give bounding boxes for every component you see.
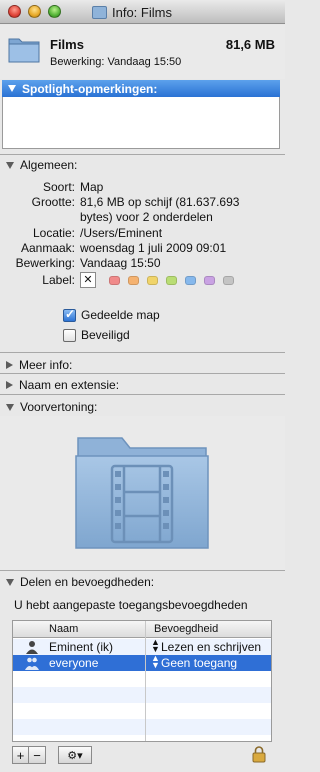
label-color-swatch[interactable]: [204, 276, 215, 285]
label-color-swatch[interactable]: [128, 276, 139, 285]
divider: [0, 154, 285, 155]
general-row-created: Aanmaak: woensdag 1 juli 2009 09:01: [0, 241, 285, 256]
shared-folder-checkbox[interactable]: [63, 307, 76, 322]
general-section-header[interactable]: Algemeen:: [6, 158, 77, 172]
table-row[interactable]: everyone ▲ ▼ Geen toegang: [13, 654, 271, 671]
label-color-swatch[interactable]: [166, 276, 177, 285]
column-header-privilege[interactable]: Bevoegdheid: [154, 623, 218, 635]
empty-row: [13, 687, 271, 703]
row-value: woensdag 1 juli 2009 09:01: [80, 241, 227, 255]
minimize-button[interactable]: [28, 5, 41, 18]
general-row-size: Grootte: 81,6 MB op schijf (81.637.693: [0, 195, 285, 210]
row-label: Locatie:: [32, 226, 75, 240]
table-row[interactable]: Eminent (ik) ▲ ▼ Lezen en schrijven: [13, 638, 271, 655]
folder-icon: [8, 38, 40, 63]
row-label: Aanmaak:: [20, 241, 75, 255]
permissions-table: Naam Bevoegdheid Eminent (ik) ▲ ▼ Lezen e…: [12, 620, 272, 742]
privilege-select[interactable]: Geen toegang: [161, 656, 237, 670]
table-header: Naam Bevoegdheid: [13, 621, 271, 638]
shared-folder-label: Gedeelde map: [81, 308, 160, 322]
title-bar: Info: Films: [0, 0, 285, 24]
permissions-section-header[interactable]: Delen en bevoegdheden:: [6, 575, 154, 589]
permissions-heading: Delen en bevoegdheden:: [20, 575, 155, 589]
label-color-swatch[interactable]: [147, 276, 158, 285]
row-label: Grootte:: [31, 195, 75, 209]
shared-folder-row[interactable]: Gedeelde map: [63, 307, 160, 322]
divider: [0, 352, 285, 353]
permissions-toolbar: + − ⚙▾: [12, 746, 92, 764]
locked-row[interactable]: Beveiligd: [63, 328, 130, 342]
permissions-intro: U hebt aangepaste toegangsbevoegdheden: [14, 598, 248, 612]
column-header-name[interactable]: Naam: [49, 623, 78, 635]
item-size: 81,6 MB: [225, 37, 275, 52]
row-value: /Users/Eminent: [80, 226, 163, 240]
disclosure-triangle-icon: [6, 161, 14, 169]
row-label: Bewerking:: [15, 256, 75, 270]
user-name: everyone: [49, 656, 99, 670]
divider: [0, 570, 285, 571]
row-value: Map: [80, 180, 104, 194]
updown-arrows-icon[interactable]: ▲ ▼: [151, 638, 160, 654]
disclosure-triangle-icon: [6, 403, 14, 411]
folder-icon: [92, 5, 107, 19]
gear-icon: ⚙▾: [67, 749, 83, 762]
column-separator: [145, 621, 146, 741]
action-menu-button[interactable]: ⚙▾: [58, 746, 92, 764]
spotlight-section-header[interactable]: Spotlight-opmerkingen:: [2, 80, 280, 97]
label-color-swatch[interactable]: [223, 276, 234, 285]
general-row-kind: Soort: Map: [0, 180, 285, 195]
disclosure-triangle-icon: [8, 85, 16, 92]
label-color-swatch[interactable]: [109, 276, 120, 285]
general-row-modified: Bewerking: Vandaag 15:50: [0, 256, 285, 271]
info-header: Films 81,6 MB Bewerking: Vandaag 15:50: [0, 25, 285, 79]
privilege-select[interactable]: Lezen en schrijven: [161, 640, 261, 654]
row-value: Vandaag 15:50: [80, 256, 161, 270]
row-label: Soort:: [42, 180, 75, 194]
locked-checkbox[interactable]: [63, 328, 76, 342]
label-none-button[interactable]: ✕: [80, 272, 96, 288]
divider: [0, 394, 285, 395]
user-name: Eminent (ik): [49, 640, 114, 654]
spotlight-heading: Spotlight-opmerkingen:: [22, 81, 158, 96]
item-name: Films: [50, 37, 84, 52]
divider: [0, 373, 285, 374]
preview-section-header[interactable]: Voorvertoning:: [6, 400, 97, 414]
movies-folder-icon: [75, 437, 209, 549]
window-title-area: Info: Films: [92, 4, 172, 20]
lock-icon[interactable]: [252, 745, 266, 763]
empty-row: [13, 719, 271, 735]
row-value: bytes) voor 2 onderdelen: [80, 210, 213, 224]
general-row-label: Label:: [0, 273, 285, 288]
disclosure-triangle-icon: [6, 361, 13, 369]
locked-label: Beveiligd: [81, 328, 130, 342]
zoom-button[interactable]: [48, 5, 61, 18]
name-ext-section-header[interactable]: Naam en extensie:: [6, 378, 119, 392]
label-color-swatch[interactable]: [185, 276, 196, 285]
name-ext-heading: Naam en extensie:: [19, 378, 120, 392]
general-row-location: Locatie: /Users/Eminent: [0, 226, 285, 241]
disclosure-triangle-icon: [6, 578, 14, 586]
general-heading: Algemeen:: [20, 158, 78, 172]
item-modified: Bewerking: Vandaag 15:50: [50, 56, 182, 68]
user-icon: [26, 641, 38, 654]
updown-arrows-icon[interactable]: ▲ ▼: [151, 654, 160, 670]
add-user-button[interactable]: +: [12, 746, 29, 764]
spotlight-comments-field[interactable]: [2, 97, 280, 149]
more-info-heading: Meer info:: [19, 358, 73, 372]
window-title: Info: Films: [112, 4, 172, 20]
preview-heading: Voorvertoning:: [20, 400, 98, 414]
close-button[interactable]: [8, 5, 21, 18]
row-value: 81,6 MB op schijf (81.637.693: [80, 195, 240, 209]
remove-user-button[interactable]: −: [29, 746, 46, 764]
group-icon: [25, 657, 39, 670]
disclosure-triangle-icon: [6, 381, 13, 389]
general-row-size-cont: bytes) voor 2 onderdelen: [0, 210, 285, 225]
more-info-section-header[interactable]: Meer info:: [6, 358, 72, 372]
label-caption: Label:: [42, 273, 75, 287]
